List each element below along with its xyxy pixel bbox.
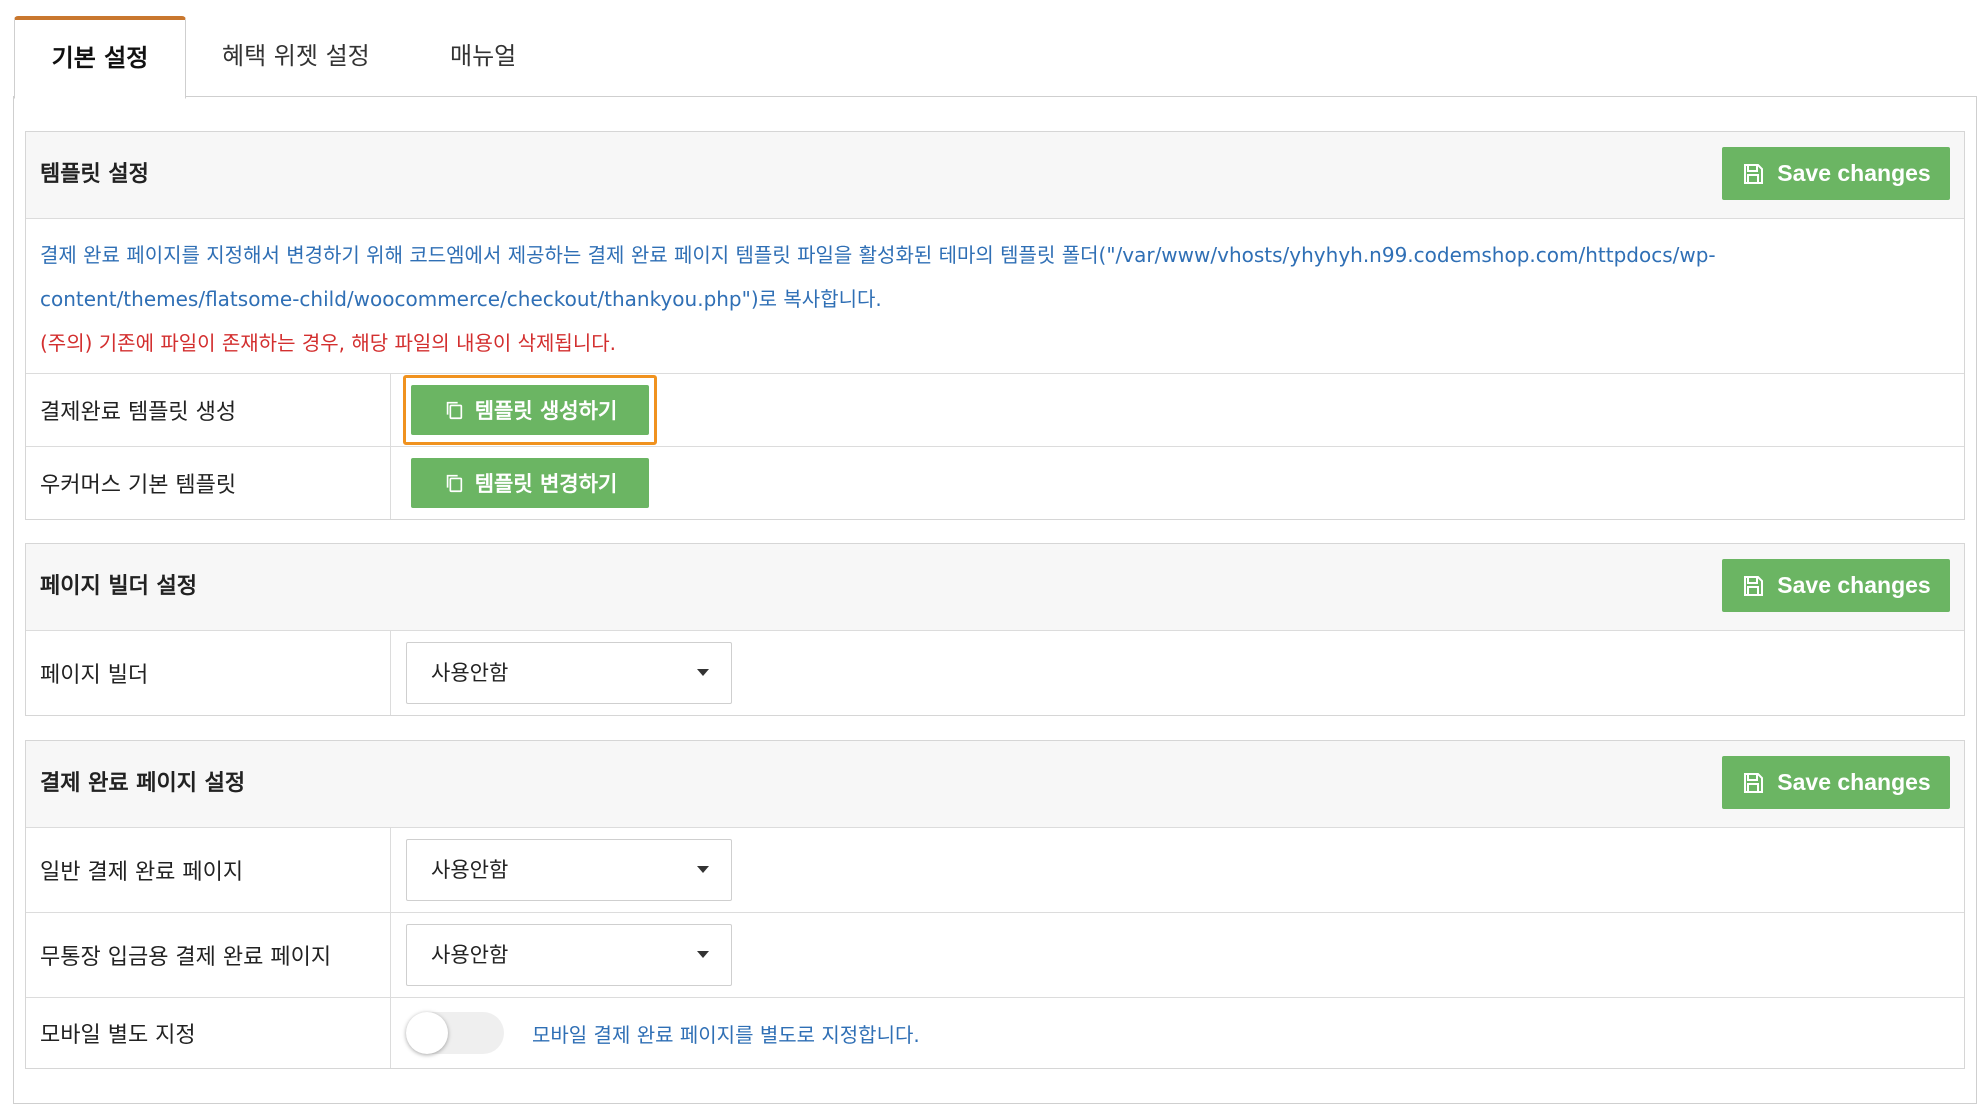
save-button-label: Save changes [1777,160,1931,186]
row-label: 일반 결제 완료 페이지 [40,860,244,885]
mobile-separate-toggle[interactable] [406,1012,504,1054]
copy-icon [446,401,462,420]
floppy-disk-icon [1744,163,1764,184]
row-cell: 사용안함 [390,913,1964,997]
caret-down-icon [697,866,709,873]
toggle-description: 모바일 결제 완료 페이지를 별도로 지정합니다. [532,1022,920,1047]
mobile-separate-row: 모바일 별도 지정 모바일 결제 완료 페이지를 별도로 지정합니다. [26,998,1964,1068]
row-cell: 모바일 결제 완료 페이지를 별도로 지정합니다. [390,998,1964,1068]
section-title: 페이지 빌더 설정 [40,574,197,599]
checkout-page-section: 결제 완료 페이지 설정 Save changes 일반 결제 완료 페이지 사… [25,740,1965,1069]
create-template-button[interactable]: 템플릿 생성하기 [411,385,649,435]
general-checkout-page-select[interactable]: 사용안함 [406,839,732,901]
row-label: 우커머스 기본 템플릿 [40,473,237,498]
create-template-row: 결제완료 템플릿 생성 템플릿 생성하기 [26,374,1964,447]
section-title: 결제 완료 페이지 설정 [40,771,246,796]
row-label: 페이지 빌더 [40,663,149,688]
section-title: 템플릿 설정 [40,162,149,187]
caret-down-icon [697,669,709,676]
tab-basic-settings[interactable]: 기본 설정 [14,16,186,99]
tab-benefit-widget-settings[interactable]: 혜택 위젯 설정 [222,16,370,96]
settings-panel: 템플릿 설정 Save changes 결제 완료 페이지를 지정해서 변경하기… [13,96,1977,1104]
save-button[interactable]: Save changes [1722,559,1950,612]
row-cell: 템플릿 생성하기 [390,374,1964,446]
row-label: 무통장 입금용 결제 완료 페이지 [40,945,332,970]
select-value: 사용안함 [431,943,509,967]
general-checkout-page-row: 일반 결제 완료 페이지 사용안함 [26,828,1964,913]
template-settings-section: 템플릿 설정 Save changes 결제 완료 페이지를 지정해서 변경하기… [25,131,1965,520]
description-line-2: content/themes/flatsome-child/woocommerc… [40,287,882,311]
toggle-knob [406,1012,448,1054]
floppy-disk-icon [1744,772,1764,793]
select-value: 사용안함 [431,661,509,685]
save-button-label: Save changes [1777,769,1931,795]
floppy-disk-icon [1744,575,1764,596]
copy-icon [446,474,462,493]
row-cell: 사용안함 [390,631,1964,715]
template-description: 결제 완료 페이지를 지정해서 변경하기 위해 코드엠에서 제공하는 결제 완료… [26,219,1964,374]
row-label: 결제완료 템플릿 생성 [40,400,237,425]
warning-text: (주의) 기존에 파일이 존재하는 경우, 해당 파일의 내용이 삭제됩니다. [40,331,616,355]
select-value: 사용안함 [431,858,509,882]
row-label: 모바일 별도 지정 [40,1023,196,1048]
page-builder-select[interactable]: 사용안함 [406,642,732,704]
bank-transfer-checkout-page-select[interactable]: 사용안함 [406,924,732,986]
tab-manual[interactable]: 매뉴얼 [450,16,516,96]
save-button[interactable]: Save changes [1722,147,1950,200]
bank-transfer-checkout-page-row: 무통장 입금용 결제 완료 페이지 사용안함 [26,913,1964,998]
page-builder-section: 페이지 빌더 설정 Save changes 페이지 빌더 사용안함 [25,543,1965,716]
button-label: 템플릿 변경하기 [474,472,618,496]
save-button-label: Save changes [1777,572,1931,598]
save-button[interactable]: Save changes [1722,756,1950,809]
row-cell: 사용안함 [390,828,1964,912]
page-builder-row: 페이지 빌더 사용안함 [26,631,1964,715]
tab-bar: 기본 설정 혜택 위젯 설정 매뉴얼 [14,16,1974,99]
woocommerce-template-row: 우커머스 기본 템플릿 템플릿 변경하기 [26,447,1964,519]
section-header: 결제 완료 페이지 설정 Save changes [26,741,1964,828]
row-cell: 템플릿 변경하기 [390,447,1964,519]
button-label: 템플릿 생성하기 [474,399,618,423]
section-header: 템플릿 설정 Save changes [26,132,1964,219]
caret-down-icon [697,951,709,958]
description-line-1: 결제 완료 페이지를 지정해서 변경하기 위해 코드엠에서 제공하는 결제 완료… [40,243,1716,267]
section-header: 페이지 빌더 설정 Save changes [26,544,1964,631]
change-template-button[interactable]: 템플릿 변경하기 [411,458,649,508]
